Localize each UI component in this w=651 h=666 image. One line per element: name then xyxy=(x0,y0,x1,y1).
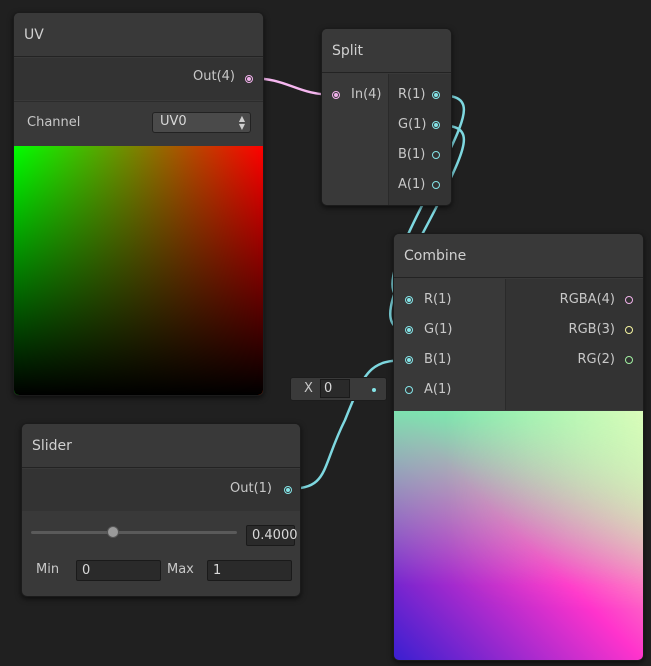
combine-a-inline-label: X xyxy=(304,381,313,396)
slider-node-title[interactable]: Slider xyxy=(22,424,300,468)
slider-output-row: Out(1) xyxy=(22,469,300,511)
uv-channel-dropdown[interactable]: UV0 ▲ ▼ xyxy=(152,112,251,133)
combine-in-b-label: B(1) xyxy=(424,352,452,367)
split-out-b-label: B(1) xyxy=(398,147,426,162)
combine-node[interactable]: Combine R(1) G(1) B(1) A(1) RGBA(4) RGB(… xyxy=(393,233,644,661)
slider-min-label: Min xyxy=(36,562,60,577)
combine-out-rgb-label: RGB(3) xyxy=(568,322,615,337)
combine-a-inline-dot-icon xyxy=(372,388,376,392)
uv-channel-label: Channel xyxy=(27,115,81,130)
combine-in-r-port-icon[interactable] xyxy=(405,296,413,304)
split-out-g-port-icon[interactable] xyxy=(432,121,440,129)
slider-thumb[interactable] xyxy=(107,526,120,538)
split-out-r-label: R(1) xyxy=(398,87,426,102)
combine-in-b-port-icon[interactable] xyxy=(405,356,413,364)
combine-in-g-port-icon[interactable] xyxy=(405,326,413,334)
combine-in-r-label: R(1) xyxy=(424,292,452,307)
uv-output-label: Out(4) xyxy=(193,69,235,84)
updown-arrows-icon: ▲ ▼ xyxy=(238,114,245,131)
combine-out-rg-port-icon[interactable] xyxy=(625,356,633,364)
uv-preview-top xyxy=(14,146,263,395)
split-node[interactable]: Split In(4) R(1) G(1) B(1) A(1) xyxy=(321,28,452,206)
combine-in-a-port-icon[interactable] xyxy=(405,386,413,394)
uv-channel-value: UV0 xyxy=(160,114,187,129)
combine-a-inline-field[interactable]: X 0 xyxy=(290,377,387,401)
combine-in-a-label: A(1) xyxy=(424,382,452,397)
slider-output-label: Out(1) xyxy=(230,481,272,496)
slider-node[interactable]: Slider Out(1) 0.4000 Min 0 Max 1 xyxy=(21,423,301,597)
uv-node[interactable]: UV Out(4) Channel UV0 ▲ ▼ xyxy=(13,12,264,396)
split-out-a-port-icon[interactable] xyxy=(432,181,440,189)
split-out-a-label: A(1) xyxy=(398,177,426,192)
combine-out-rg-label: RG(2) xyxy=(577,352,615,367)
combine-in-g-label: G(1) xyxy=(424,322,453,337)
combine-out-rgba-label: RGBA(4) xyxy=(559,292,615,307)
uv-out-port-icon[interactable] xyxy=(245,75,253,83)
combine-out-rgba-port-icon[interactable] xyxy=(625,296,633,304)
split-out-b-port-icon[interactable] xyxy=(432,151,440,159)
combine-out-rgb-port-icon[interactable] xyxy=(625,326,633,334)
slider-track[interactable] xyxy=(31,531,237,534)
uv-node-title[interactable]: UV xyxy=(14,13,263,57)
slider-min-field[interactable]: 0 xyxy=(76,560,161,581)
slider-value-field[interactable]: 0.4000 xyxy=(246,525,298,546)
uv-output-row: Out(4) xyxy=(14,58,263,100)
split-in-label: In(4) xyxy=(351,87,382,102)
split-out-g-label: G(1) xyxy=(398,117,427,132)
combine-a-inline-value[interactable]: 0 xyxy=(320,379,350,398)
split-node-title[interactable]: Split xyxy=(322,29,451,73)
combine-preview-topright xyxy=(394,411,643,660)
uv-channel-row: Channel UV0 ▲ ▼ xyxy=(14,101,263,146)
split-in-port-icon[interactable] xyxy=(332,91,340,99)
slider-out-port-icon[interactable] xyxy=(284,486,292,494)
slider-max-label: Max xyxy=(167,562,194,577)
slider-max-field[interactable]: 1 xyxy=(207,560,292,581)
combine-node-title[interactable]: Combine xyxy=(394,234,643,278)
split-out-r-port-icon[interactable] xyxy=(432,91,440,99)
